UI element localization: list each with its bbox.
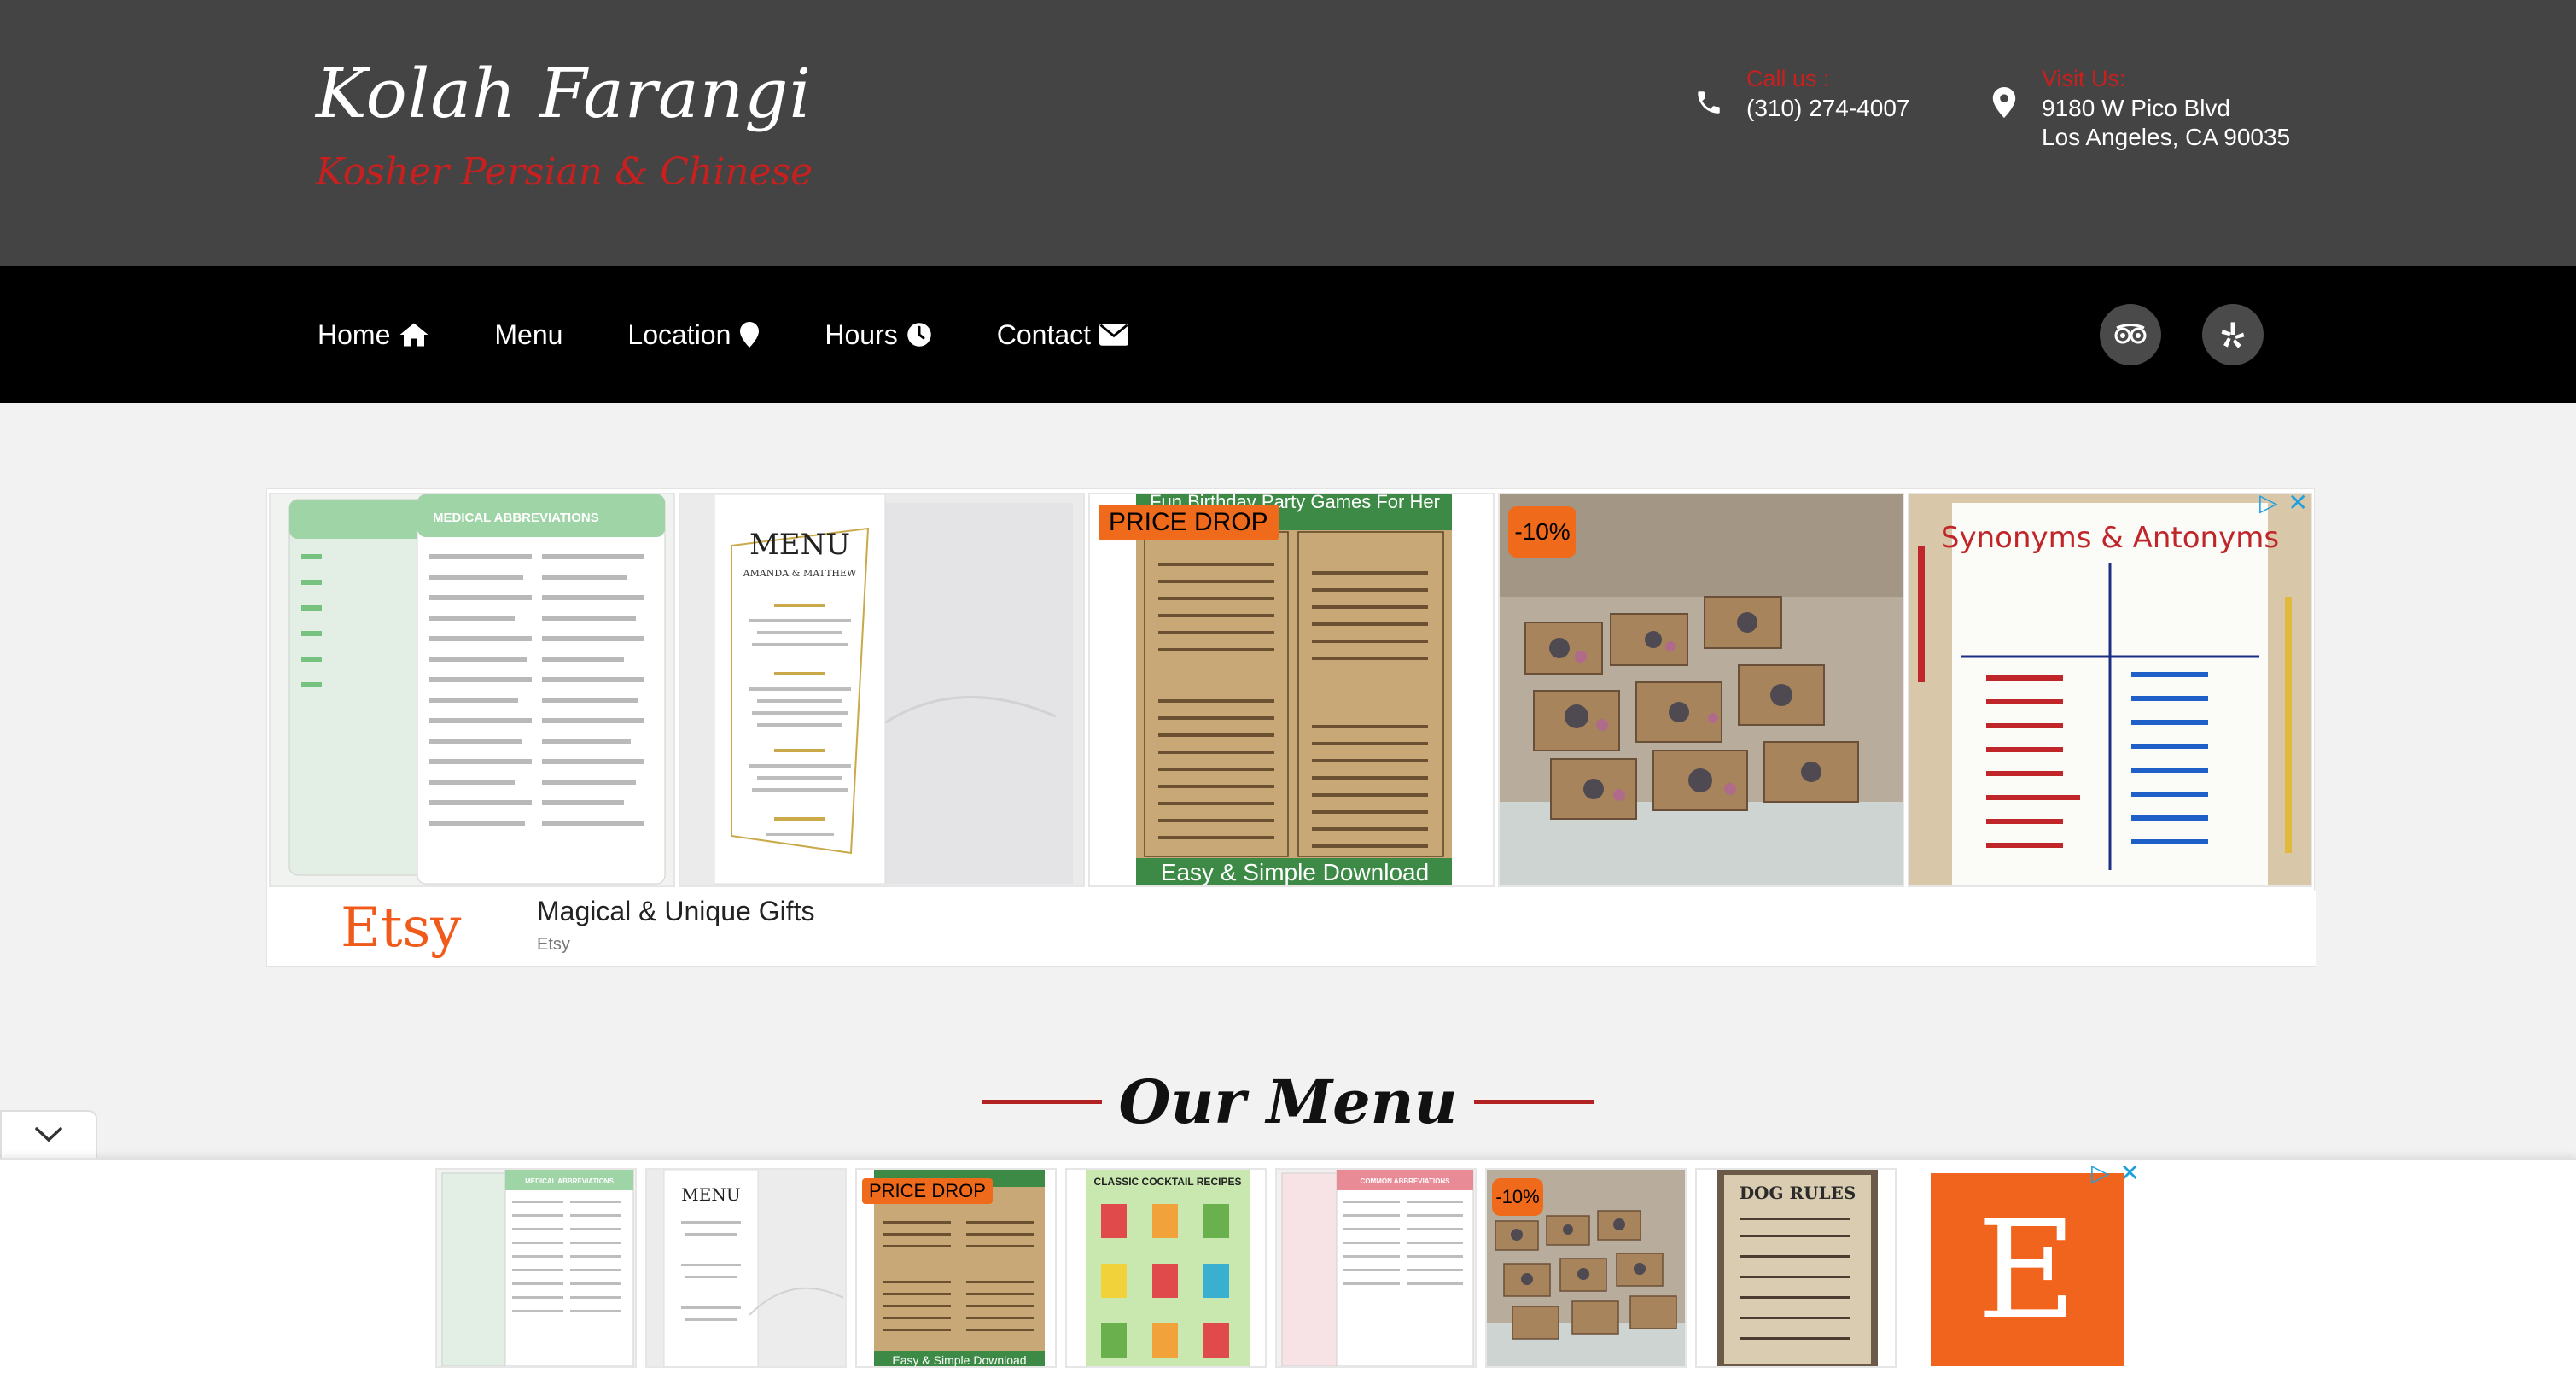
- yelp-link[interactable]: [2202, 304, 2264, 365]
- product-image: MENU AMANDA & MATTHEW: [680, 494, 1083, 885]
- etsy-logo-tile[interactable]: E: [1931, 1173, 2124, 1366]
- ad-product-card[interactable]: MEDICAL ABBREVIATIONS: [269, 493, 675, 887]
- etsy-logo[interactable]: Etsy: [341, 891, 461, 966]
- contact-visit[interactable]: Visit Us: 9180 W Pico Blvd Los Angeles, …: [1979, 63, 2290, 152]
- anchor-card-footer: Easy & Simple Download: [892, 1353, 1026, 1367]
- ad-card-heading: MEDICAL ABBREVIATIONS: [433, 511, 599, 525]
- anchor-ad-card[interactable]: DOG RULES: [1695, 1168, 1897, 1368]
- ad-close-icon[interactable]: ✕: [2120, 1161, 2140, 1185]
- product-image: Fun Birthday Party Games For Her Easy & …: [1090, 494, 1493, 885]
- nav-item-location[interactable]: Location: [627, 319, 760, 351]
- home-icon: [399, 323, 428, 347]
- anchor-ad[interactable]: MEDICAL ABBREVIATIONS MENU Easy & Simple…: [0, 1158, 2576, 1373]
- nav-label-home: Home: [318, 318, 391, 350]
- ad-product-card[interactable]: Fun Birthday Party Games For Her Easy & …: [1088, 493, 1495, 887]
- price-drop-badge: PRICE DROP: [1099, 505, 1279, 540]
- nav-item-contact[interactable]: Contact: [996, 318, 1129, 351]
- clock-icon: [907, 323, 931, 347]
- anchor-card-heading: MEDICAL ABBREVIATIONS: [525, 1177, 615, 1185]
- nav-label-contact: Contact: [996, 318, 1092, 350]
- nav-label-hours: Hours: [825, 318, 898, 350]
- section-heading: Our Menu: [0, 1059, 2576, 1144]
- anchor-ad-card[interactable]: Easy & Simple Download PRICE DROP: [855, 1168, 1057, 1368]
- main-navbar: Home Menu Location Hours Contact: [0, 266, 2576, 403]
- product-image: DOG RULES: [1697, 1170, 1895, 1366]
- discount-badge: -10%: [1508, 506, 1576, 558]
- ad-product-card[interactable]: Synonyms & Antonyms: [1908, 493, 2312, 887]
- ad-card-subheading: AMANDA & MATTHEW: [743, 568, 857, 579]
- ad-card-heading: MENU: [749, 528, 850, 562]
- ad-close-icon[interactable]: ✕: [2288, 491, 2308, 515]
- tripadvisor-icon: [2114, 324, 2147, 344]
- phone-icon: [1683, 77, 1734, 128]
- product-image: Synonyms & Antonyms: [1909, 494, 2311, 885]
- brand[interactable]: Kolah Farangi Kosher Persian & Chinese: [316, 53, 813, 198]
- anchor-card-heading: DOG RULES: [1740, 1183, 1856, 1203]
- anchor-ad-card[interactable]: CLASSIC COCKTAIL RECIPES: [1065, 1168, 1267, 1368]
- contact-call[interactable]: Call us : (310) 274-4007: [1683, 63, 1909, 128]
- main-nav: Home Menu Location Hours Contact: [318, 266, 1193, 403]
- heading-rule-right: [1474, 1099, 1594, 1104]
- address-line1[interactable]: 9180 W Pico Blvd: [2042, 94, 2290, 123]
- anchor-card-heading: MENU: [681, 1184, 740, 1205]
- yelp-icon: [2221, 322, 2245, 348]
- anchor-card-heading: COMMON ABBREVIATIONS: [1361, 1177, 1451, 1185]
- anchor-ad-card[interactable]: -10%: [1485, 1168, 1687, 1368]
- site-title[interactable]: Kolah Farangi: [316, 53, 813, 135]
- ad-product-card[interactable]: MENU AMANDA & MATTHEW: [679, 493, 1085, 887]
- call-label: Call us :: [1746, 66, 1830, 91]
- visit-label: Visit Us:: [2042, 66, 2126, 91]
- tripadvisor-link[interactable]: [2100, 304, 2161, 365]
- discount-badge: -10%: [1492, 1178, 1543, 1216]
- site-subtitle: Kosher Persian & Chinese: [316, 150, 813, 194]
- nav-item-menu[interactable]: Menu: [494, 319, 562, 351]
- anchor-ad-card[interactable]: COMMON ABBREVIATIONS: [1275, 1168, 1477, 1368]
- map-pin-icon: [1979, 77, 2030, 128]
- ad-info-row[interactable]: Etsy Magical & Unique Gifts Etsy: [267, 891, 2316, 966]
- heading-rule-left: [982, 1099, 1102, 1104]
- product-image: MEDICAL ABBREVIATIONS: [437, 1170, 635, 1366]
- product-image: MENU: [647, 1170, 845, 1366]
- ad-product-card[interactable]: -10%: [1498, 493, 1904, 887]
- envelope-icon: [1099, 324, 1129, 346]
- product-image: CLASSIC COCKTAIL RECIPES: [1067, 1170, 1265, 1366]
- nav-item-hours[interactable]: Hours: [825, 319, 931, 351]
- product-image: MEDICAL ABBREVIATIONS: [271, 494, 673, 885]
- site-header: Kolah Farangi Kosher Persian & Chinese C…: [0, 0, 2576, 266]
- ad-advertiser: Etsy: [537, 935, 570, 954]
- phone-number[interactable]: (310) 274-4007: [1746, 94, 1909, 123]
- ad-choices[interactable]: ▷ ✕: [2259, 491, 2308, 515]
- nav-label-location: Location: [627, 318, 731, 350]
- nav-label-menu: Menu: [494, 318, 563, 350]
- product-image: COMMON ABBREVIATIONS: [1277, 1170, 1475, 1366]
- map-pin-icon: [740, 322, 760, 348]
- anchor-card-heading: CLASSIC COCKTAIL RECIPES: [1094, 1176, 1242, 1188]
- ad-card-footer: Easy & Simple Download: [1161, 859, 1429, 885]
- ad-card-heading: Synonyms & Antonyms: [1941, 521, 2279, 555]
- anchor-ad-choices[interactable]: ▷ ✕: [2091, 1161, 2140, 1185]
- anchor-ad-card[interactable]: MEDICAL ABBREVIATIONS: [435, 1168, 637, 1368]
- nav-item-home[interactable]: Home: [318, 319, 429, 351]
- collapse-ad-button[interactable]: [0, 1110, 97, 1158]
- section-title: Our Menu: [1118, 1066, 1458, 1137]
- address-line2[interactable]: Los Angeles, CA 90035: [2042, 123, 2290, 152]
- adchoices-icon[interactable]: ▷: [2259, 491, 2278, 515]
- price-drop-badge: PRICE DROP: [862, 1178, 993, 1204]
- adchoices-icon[interactable]: ▷: [2091, 1161, 2110, 1185]
- banner-ad[interactable]: MEDICAL ABBREVIATIONS MENU AMANDA & MATT…: [266, 488, 2316, 967]
- anchor-ad-card[interactable]: MENU: [645, 1168, 847, 1368]
- ad-headline[interactable]: Magical & Unique Gifts: [537, 896, 814, 927]
- chevron-down-icon: [35, 1127, 62, 1142]
